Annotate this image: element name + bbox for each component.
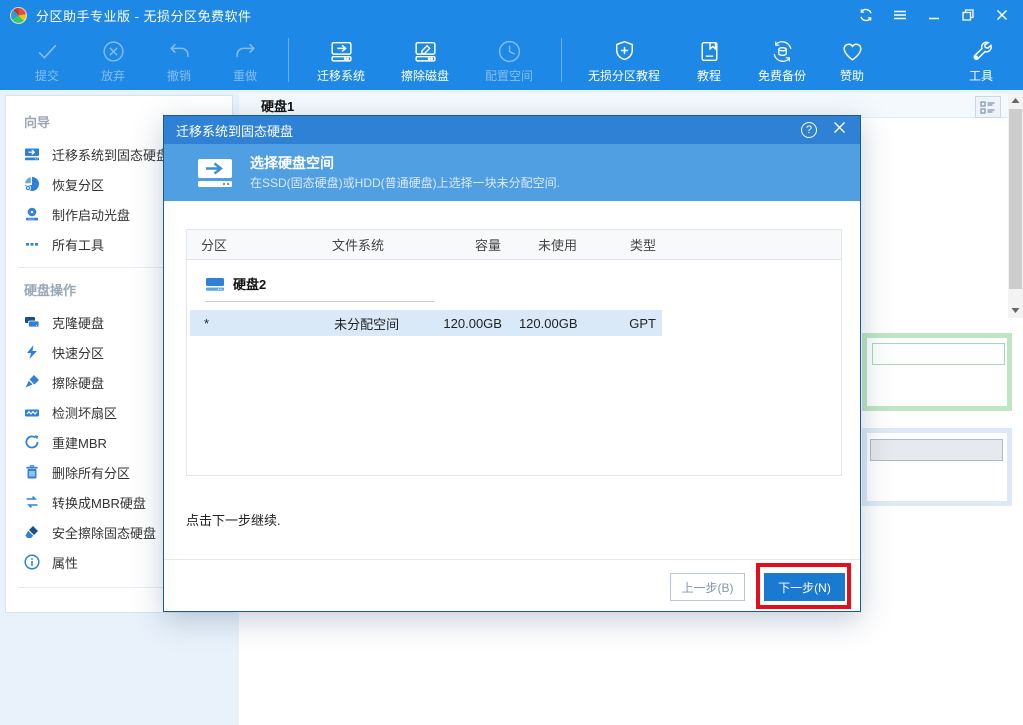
disk-space-table: 分区 文件系统 容量 未使用 类型 硬盘2 * 未分配空间 120.00GB 1… [186,229,842,476]
tools-button[interactable]: 工具 [953,32,1009,88]
restore-icon[interactable] [961,8,975,22]
disk2-partition-block[interactable] [862,333,1012,411]
unallocated-space-row[interactable]: * 未分配空间 120.00GB 120.00GB GPT [190,310,662,336]
migrate-os-dialog: 迁移系统到固态硬盘 ? 选择硬盘空间 在SSD(固态硬盘)或HDD(普通硬盘)上… [163,115,861,612]
disk2-label: 硬盘2 [233,274,266,293]
shield-plus-icon [611,36,638,66]
minimize-icon[interactable] [927,8,941,22]
x-circle-icon [100,36,127,66]
erase-disk-icon [412,36,439,66]
undo-button[interactable]: 撤销 [146,32,212,88]
back-button[interactable]: 上一步(B) [670,573,745,601]
window-titlebar: 分区助手专业版 - 无损分区免费软件 [0,0,1023,30]
vertical-scrollbar[interactable] [1008,93,1023,318]
convert-arrows-icon [24,494,42,510]
broom-icon [24,374,42,390]
eraser-icon [24,524,42,540]
discard-button[interactable]: 放弃 [80,32,146,88]
cell-type: GPT [584,316,663,331]
redo-button[interactable]: 重做 [212,32,278,88]
select-disk-space-icon [196,156,234,195]
next-step-hint: 点击下一步继续. [186,510,281,529]
lightning-icon [24,344,42,360]
bootable-disc-icon [24,206,42,222]
dialog-banner: 选择硬盘空间 在SSD(固态硬盘)或HDD(普通硬盘)上选择一块未分配空间. [164,144,860,201]
table-header-row: 分区 文件系统 容量 未使用 类型 [187,230,841,260]
free-backup-button[interactable]: 免费备份 [742,32,822,88]
dialog-titlebar: 迁移系统到固态硬盘 ? [164,116,860,144]
dialog-help-icon[interactable]: ? [801,122,817,138]
migrate-os-icon [24,146,42,162]
scroll-down-icon[interactable] [1008,303,1023,318]
rebuild-mbr-icon [24,434,42,450]
col-partition: 分区 [187,235,332,254]
migrate-os-button[interactable]: 迁移系统 [299,32,383,88]
migrate-disk-icon [328,36,355,66]
ellipsis-icon [24,236,42,252]
window-title: 分区助手专业版 - 无损分区免费软件 [36,6,252,25]
col-type: 类型 [583,235,662,254]
sponsor-button[interactable]: 赞助 [822,32,882,88]
check-icon [34,36,61,66]
cell-capacity: 120.00GB [428,316,508,331]
col-capacity: 容量 [427,235,507,254]
disk3-partition-bar [870,439,1003,461]
disk2-group-row[interactable]: 硬盘2 [205,274,841,293]
wrench-icon [968,36,995,66]
clone-disk-icon [24,314,42,330]
menu-icon[interactable] [893,8,907,22]
bad-sector-icon [24,404,42,420]
disk3-partition-block[interactable] [862,428,1012,506]
allocate-space-button[interactable]: 配置空间 [467,32,551,88]
scroll-up-icon[interactable] [1008,93,1023,108]
lossless-tutorial-button[interactable]: 无损分区教程 [572,32,676,88]
view-toggle-button[interactable] [975,96,1001,118]
recover-pie-icon [24,176,42,192]
trash-icon [24,464,42,480]
clock-icon [496,36,523,66]
redo-icon [232,36,259,66]
info-icon [24,554,42,570]
close-icon[interactable] [995,8,1009,22]
footer-divider [164,559,860,560]
group-underline [205,301,435,302]
backup-sync-icon [769,36,796,66]
dialog-close-icon[interactable] [833,121,846,139]
col-unused: 未使用 [507,235,583,254]
disk2-icon [205,276,225,292]
banner-title: 选择硬盘空间 [250,153,334,173]
disk1-label: 硬盘1 [239,96,294,115]
next-button[interactable]: 下一步(N) [764,573,845,601]
undo-icon [166,36,193,66]
scrollbar-thumb[interactable] [1009,109,1022,289]
disk2-partition-bar [872,343,1005,365]
cell-partition: * [190,316,334,331]
toolbar-separator [288,38,289,82]
tutorial-button[interactable]: 教程 [676,32,742,88]
book-icon [696,36,723,66]
apply-button[interactable]: 提交 [14,32,80,88]
dialog-title: 迁移系统到固态硬盘 [164,121,293,140]
cell-unused: 120.00GB [508,316,584,331]
app-logo-icon [10,7,27,24]
main-toolbar: 提交 放弃 撤销 重做 迁移系统 [0,30,1023,90]
cell-filesystem: 未分配空间 [334,314,428,333]
erase-disk-button[interactable]: 擦除磁盘 [383,32,467,88]
banner-subtitle: 在SSD(固态硬盘)或HDD(普通硬盘)上选择一块未分配空间. [250,174,560,191]
col-filesystem: 文件系统 [332,235,427,254]
refresh-icon[interactable] [859,8,873,22]
heart-icon [839,36,866,66]
toolbar-separator [561,38,562,82]
